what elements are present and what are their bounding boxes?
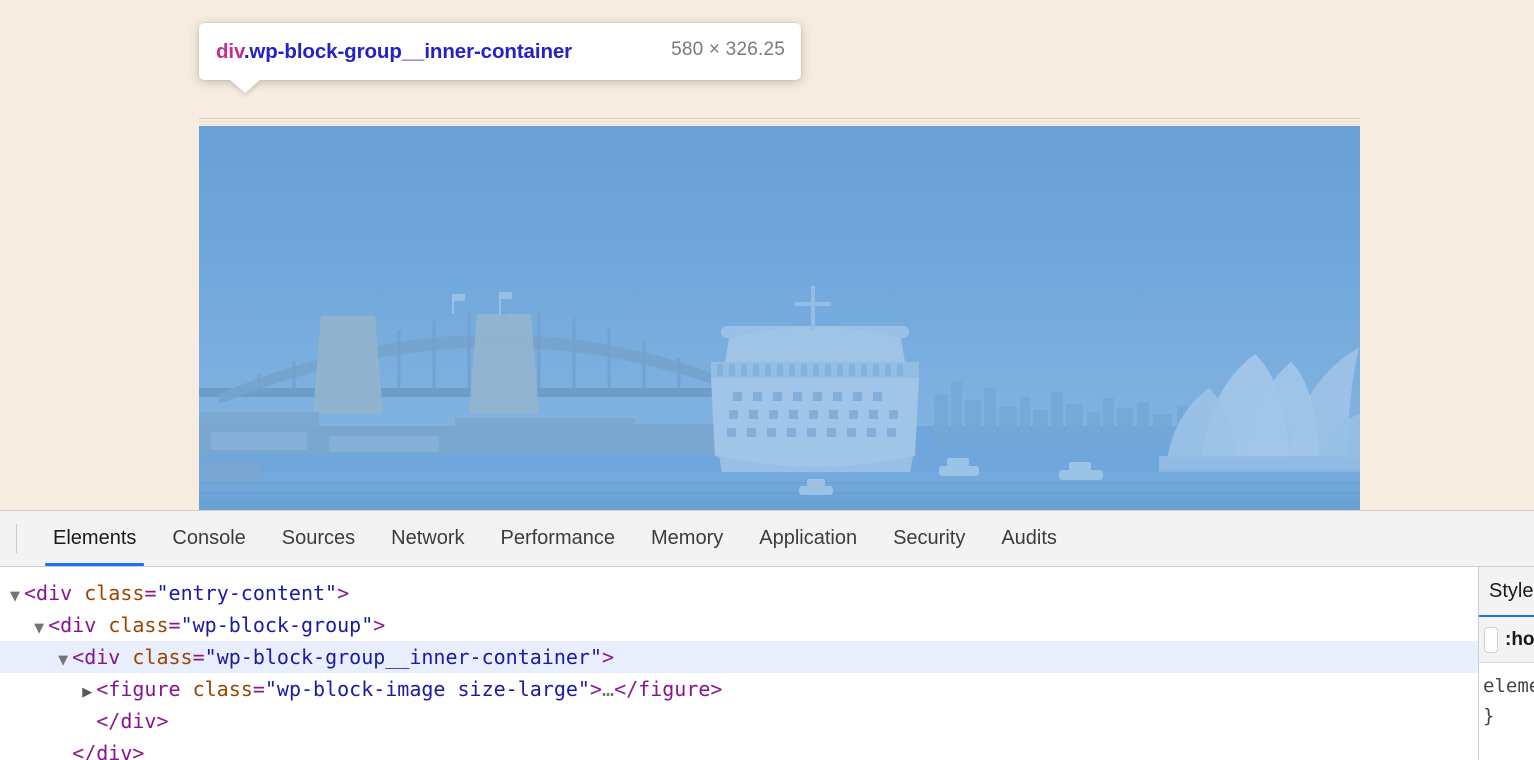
devtools-panel: ElementsConsoleSourcesNetworkPerformance… — [0, 510, 1534, 760]
dom-tree-row[interactable]: </div> — [0, 705, 1478, 737]
dom-attribute-value: "wp-block-group__inner-container" — [205, 645, 602, 669]
dom-row-indent — [10, 709, 82, 733]
dom-row-indent — [10, 645, 58, 669]
devtools-body: ▼<div class="entry-content"> ▼<div class… — [0, 567, 1534, 760]
dom-attribute-value: "wp-block-group" — [181, 613, 374, 637]
dom-collapsed-ellipsis: … — [602, 677, 614, 701]
dom-open-bracket: < — [24, 581, 36, 605]
dom-space — [72, 581, 84, 605]
tab-memory[interactable]: Memory — [633, 511, 741, 566]
dom-close-bracket: > — [373, 613, 385, 637]
inspector-tooltip-classnames: .wp-block-group__inner-container — [244, 40, 572, 63]
dom-equals: = — [193, 645, 205, 669]
dom-space — [120, 645, 132, 669]
dom-closing-tag: </div> — [96, 709, 168, 733]
tab-security[interactable]: Security — [875, 511, 983, 566]
dom-closing-tag: </figure> — [614, 677, 722, 701]
tab-audits[interactable]: Audits — [983, 511, 1075, 566]
dom-space — [96, 613, 108, 637]
page-content-rule — [199, 121, 1360, 122]
dom-attribute-value: "entry-content" — [156, 581, 337, 605]
page-viewport: div.wp-block-group__inner-container 580 … — [0, 0, 1534, 510]
tab-application[interactable]: Application — [741, 511, 875, 566]
dom-open-bracket: < — [72, 645, 84, 669]
force-hover-state-button[interactable]: :hov — [1505, 629, 1534, 651]
inspector-tooltip-arrow — [229, 79, 261, 93]
tab-bar-divider — [16, 524, 17, 553]
styles-sidebar: Styles :hov element.style { } — [1478, 567, 1534, 760]
styles-rule-element-style[interactable]: element.style { } — [1479, 663, 1534, 760]
styles-tab-strip[interactable]: Styles — [1479, 567, 1534, 617]
dom-space — [181, 677, 193, 701]
dom-tag-name: div — [36, 581, 72, 605]
devtools-screenshot: div.wp-block-group__inner-container 580 … — [0, 0, 1534, 760]
devtools-tab-bar: ElementsConsoleSourcesNetworkPerformance… — [0, 511, 1534, 567]
dom-attribute-name: class — [193, 677, 253, 701]
inspector-tooltip-dimensions: 580 × 326.25 — [671, 37, 785, 61]
dom-close-bracket: > — [590, 677, 602, 701]
dom-equals: = — [144, 581, 156, 605]
tab-elements[interactable]: Elements — [35, 511, 154, 566]
dom-equals: = — [169, 613, 181, 637]
inspector-tooltip: div.wp-block-group__inner-container 580 … — [199, 23, 801, 80]
dom-attribute-value: "wp-block-image size-large" — [265, 677, 590, 701]
dom-row-indent — [10, 741, 58, 760]
styles-toolbar: :hov — [1479, 617, 1534, 663]
dom-tree-row[interactable]: ▼<div class="entry-content"> — [0, 577, 1478, 609]
tab-styles[interactable]: Styles — [1489, 580, 1534, 603]
sydney-harbour-image — [199, 126, 1360, 510]
dom-attribute-name: class — [132, 645, 192, 669]
dom-attribute-name: class — [108, 613, 168, 637]
dom-closing-tag: </div> — [72, 741, 144, 760]
tab-sources[interactable]: Sources — [264, 511, 373, 566]
dom-tag-name: div — [60, 613, 96, 637]
tab-performance[interactable]: Performance — [483, 511, 634, 566]
page-content-rule — [199, 118, 1360, 119]
dom-tree-panel[interactable]: ▼<div class="entry-content"> ▼<div class… — [0, 567, 1478, 760]
dom-tree-row[interactable]: ▼<div class="wp-block-group__inner-conta… — [0, 641, 1478, 673]
dom-close-bracket: > — [602, 645, 614, 669]
page-content-rule — [199, 124, 1360, 125]
dom-row-indent — [10, 613, 34, 637]
tab-console[interactable]: Console — [154, 511, 263, 566]
twisty-placeholder — [58, 741, 72, 760]
wp-block-image-figure[interactable] — [199, 126, 1360, 510]
inspector-tooltip-selector: div.wp-block-group__inner-container — [216, 37, 661, 67]
tab-network[interactable]: Network — [373, 511, 482, 566]
styles-filter-input[interactable] — [1484, 627, 1498, 653]
dom-tree-row[interactable]: ▼<div class="wp-block-group"> — [0, 609, 1478, 641]
dom-tree-row[interactable]: ▶<figure class="wp-block-image size-larg… — [0, 673, 1478, 705]
dom-row-indent — [10, 677, 82, 701]
dom-tag-name: div — [84, 645, 120, 669]
dom-close-bracket: > — [337, 581, 349, 605]
dom-equals: = — [253, 677, 265, 701]
dom-tree-row[interactable]: </div> — [0, 737, 1478, 760]
dom-tag-name: figure — [108, 677, 180, 701]
inspector-tooltip-tagname: div — [216, 40, 244, 63]
dom-attribute-name: class — [84, 581, 144, 605]
dom-open-bracket: < — [96, 677, 108, 701]
dom-open-bracket: < — [48, 613, 60, 637]
